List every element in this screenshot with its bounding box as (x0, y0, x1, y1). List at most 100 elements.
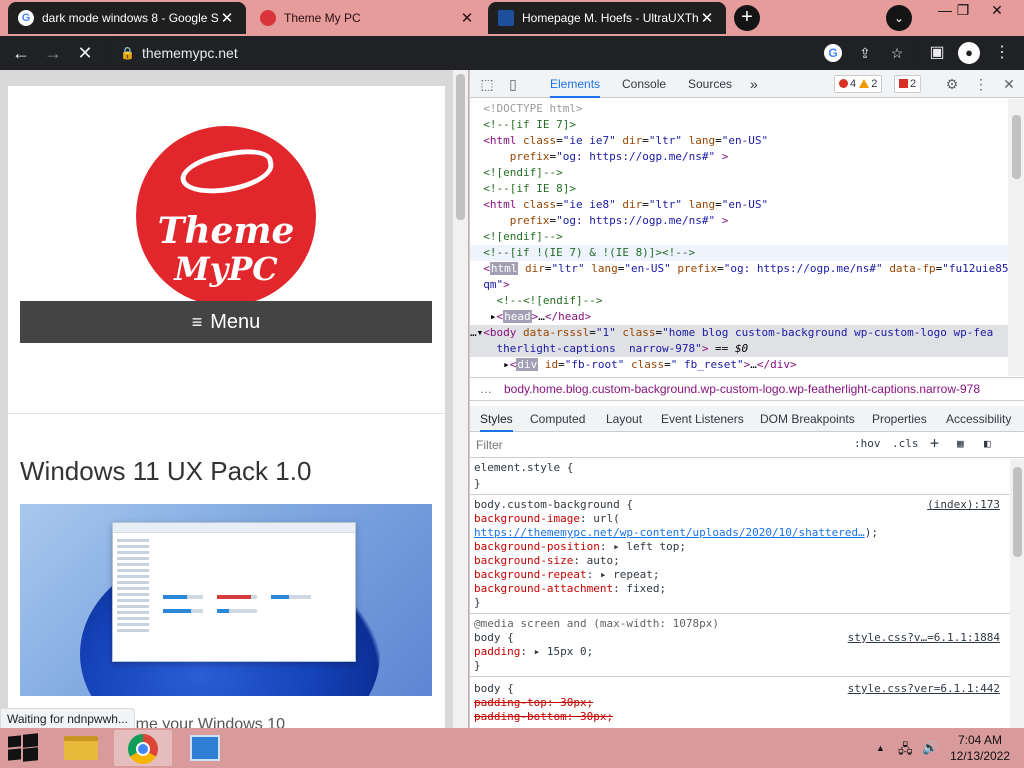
taskbar-chrome[interactable] (114, 730, 172, 766)
tab-accessibility[interactable]: Accessibility (946, 406, 1011, 432)
tab-theme-my-pc[interactable]: Theme My PC ✕ (250, 2, 486, 34)
tab-close-icon[interactable]: ✕ (458, 9, 476, 27)
css-declaration-overridden[interactable]: padding-top: 30px; (474, 696, 1006, 710)
element-breadcrumb[interactable]: … body.home.blog.custom-background.wp-cus… (470, 377, 1024, 401)
tab-dom-breakpoints[interactable]: DOM Breakpoints (760, 406, 855, 432)
css-declaration[interactable]: https://thememypc.net/wp-content/uploads… (474, 526, 1006, 540)
dom-node[interactable]: prefix="og: https://ogp.me/ns#" > (470, 213, 1010, 229)
css-selector[interactable]: body.custom-background {(index):173 (474, 498, 1006, 512)
restore-button[interactable]: ❐ (946, 0, 980, 22)
css-selector[interactable]: body {style.css?v…=6.1.1:1884 (474, 631, 1006, 645)
css-source-link[interactable]: (index):173 (927, 498, 1000, 512)
device-toolbar-icon[interactable]: ▯ (504, 75, 522, 93)
profile-avatar[interactable]: ● (958, 42, 980, 64)
class-toggle[interactable]: .cls (892, 437, 919, 450)
tab-close-icon[interactable]: ✕ (218, 9, 236, 27)
background-image-url-link[interactable]: https://thememypc.net/wp-content/uploads… (474, 526, 865, 539)
tab-console[interactable]: Console (622, 70, 666, 98)
window-close-button[interactable]: ✕ (980, 0, 1014, 22)
windows-start-icon[interactable] (8, 733, 38, 762)
new-tab-button[interactable]: + (734, 5, 760, 31)
lock-icon[interactable]: 🔒 (120, 46, 135, 60)
google-lens-icon[interactable]: G (824, 44, 842, 62)
dom-node[interactable]: ▸<div id="fb-root" class=" fb_reset">…</… (470, 357, 1010, 373)
issues-counter[interactable]: 2 (894, 75, 922, 93)
styles-filter-input[interactable] (476, 437, 836, 453)
dom-node[interactable]: <html dir="ltr" lang="en-US" prefix="og:… (470, 261, 1010, 277)
back-button[interactable]: ← (8, 40, 34, 66)
side-panel-icon[interactable]: ▣ (924, 40, 950, 66)
dom-node[interactable]: <!--[if IE 8]> (470, 181, 1010, 197)
bookmark-star-icon[interactable]: ☆ (888, 44, 906, 62)
tab-computed[interactable]: Computed (530, 406, 585, 432)
google-icon: G (18, 10, 34, 26)
taskbar-file-explorer[interactable] (52, 730, 110, 766)
tab-google-search[interactable]: G dark mode windows 8 - Google S ✕ (8, 2, 246, 34)
tab-ultraux-homepage[interactable]: Homepage M. Hoefs - UltraUXTh ✕ (488, 2, 726, 34)
more-tabs-icon[interactable]: » (750, 70, 758, 98)
dom-node[interactable]: <html class="ie ie7" dir="ltr" lang="en-… (470, 133, 1010, 149)
taskbar-control-panel[interactable] (176, 730, 234, 766)
new-style-rule-icon[interactable]: + (930, 434, 939, 452)
dom-node-selected[interactable]: …▾<body data-rsssl="1" class="home blog … (470, 325, 1010, 341)
dom-node[interactable]: prefix="og: https://ogp.me/ns#" > (470, 149, 1010, 165)
tab-close-icon[interactable]: ✕ (698, 9, 716, 27)
post-title[interactable]: Windows 11 UX Pack 1.0 (20, 456, 311, 487)
tab-event-listeners[interactable]: Event Listeners (661, 406, 744, 432)
css-declaration[interactable]: padding: ▸ 15px 0; (474, 645, 1006, 659)
tab-elements[interactable]: Elements (550, 70, 601, 98)
css-source-link[interactable]: style.css?ver=6.1.1:442 (848, 682, 1000, 696)
page-scrollbar[interactable] (453, 70, 468, 728)
dom-node[interactable]: <!--[if IE 7]> (470, 117, 1010, 133)
css-selector[interactable]: element.style { (474, 461, 1006, 475)
dom-node[interactable]: <!--<![endif]--> (470, 293, 1010, 309)
dom-node[interactable]: <![endif]--> (470, 229, 1010, 245)
volume-icon[interactable]: 🔊 (922, 740, 938, 756)
tab-properties[interactable]: Properties (872, 406, 927, 432)
site-logo[interactable]: Theme MyPC (136, 126, 316, 306)
settings-gear-icon[interactable]: ⚙ (943, 75, 961, 93)
url-text[interactable]: thememypc.net (142, 45, 238, 61)
dom-node[interactable]: <![endif]--> (470, 165, 1010, 181)
styles-scrollbar[interactable] (1010, 459, 1024, 728)
css-declaration[interactable]: background-size: auto; (474, 554, 1006, 568)
css-source-link[interactable]: style.css?v…=6.1.1:1884 (848, 631, 1000, 645)
css-declaration[interactable]: background-image: url( (474, 512, 1006, 526)
inspect-element-icon[interactable]: ⬚ (478, 75, 496, 93)
dom-node[interactable]: ▸<head>…</head> (470, 309, 1010, 325)
address-bar[interactable]: 🔒 thememypc.net G ⇪ ☆ (106, 39, 918, 67)
devtools-menu-icon[interactable]: ⋮ (972, 75, 990, 93)
tab-styles[interactable]: Styles (480, 406, 513, 432)
error-warning-counter[interactable]: 4 2 (834, 75, 883, 93)
forward-button[interactable]: → (40, 40, 66, 66)
dom-tree-scrollbar[interactable] (1008, 99, 1024, 376)
tab-layout[interactable]: Layout (606, 406, 642, 432)
css-declaration[interactable]: background-position: ▸ left top; (474, 540, 1006, 554)
system-clock[interactable]: 7:04 AM 12/13/2022 (944, 732, 1016, 764)
css-brace: } (474, 596, 481, 609)
dom-node[interactable]: qm"> (470, 277, 1010, 293)
show-hidden-icons-arrow[interactable]: ▲ (876, 743, 885, 753)
share-icon[interactable]: ⇪ (856, 44, 874, 62)
stop-loading-button[interactable]: ✕ (72, 40, 98, 66)
post-featured-image[interactable] (20, 504, 432, 696)
dom-node-selected[interactable]: therlight-captions narrow-978"> == $0 (470, 341, 1010, 357)
network-icon[interactable]: 🖧 (898, 740, 913, 762)
browser-menu-icon[interactable]: ⋮ (992, 40, 1012, 66)
tab-sources[interactable]: Sources (688, 70, 732, 98)
tab-search-button[interactable]: ⌄ (886, 5, 912, 31)
dom-node[interactable]: <!DOCTYPE html> (470, 101, 1010, 117)
file-explorer-icon (64, 736, 98, 760)
css-declaration[interactable]: background-attachment: fixed; (474, 582, 1006, 596)
css-declaration[interactable]: background-repeat: ▸ repeat; (474, 568, 1006, 582)
paint-brush-icon[interactable]: ▦ (957, 437, 964, 450)
dom-node[interactable]: <!--[if !(IE 7) & !(IE 8)]><!--> (470, 245, 1010, 261)
dom-node[interactable]: <html class="ie ie8" dir="ltr" lang="en-… (470, 197, 1010, 213)
breadcrumb-body[interactable]: body.home.blog.custom-background.wp-cust… (504, 382, 980, 396)
computed-sidebar-icon[interactable]: ◧ (984, 437, 991, 450)
css-selector[interactable]: body {style.css?ver=6.1.1:442 (474, 682, 1006, 696)
css-declaration-overridden[interactable]: padding-bottom: 30px; (474, 710, 1006, 724)
site-menu-button[interactable]: ≡ Menu (20, 301, 432, 343)
hover-state-toggle[interactable]: :hov (854, 437, 881, 450)
devtools-close-icon[interactable]: ✕ (1000, 75, 1018, 93)
